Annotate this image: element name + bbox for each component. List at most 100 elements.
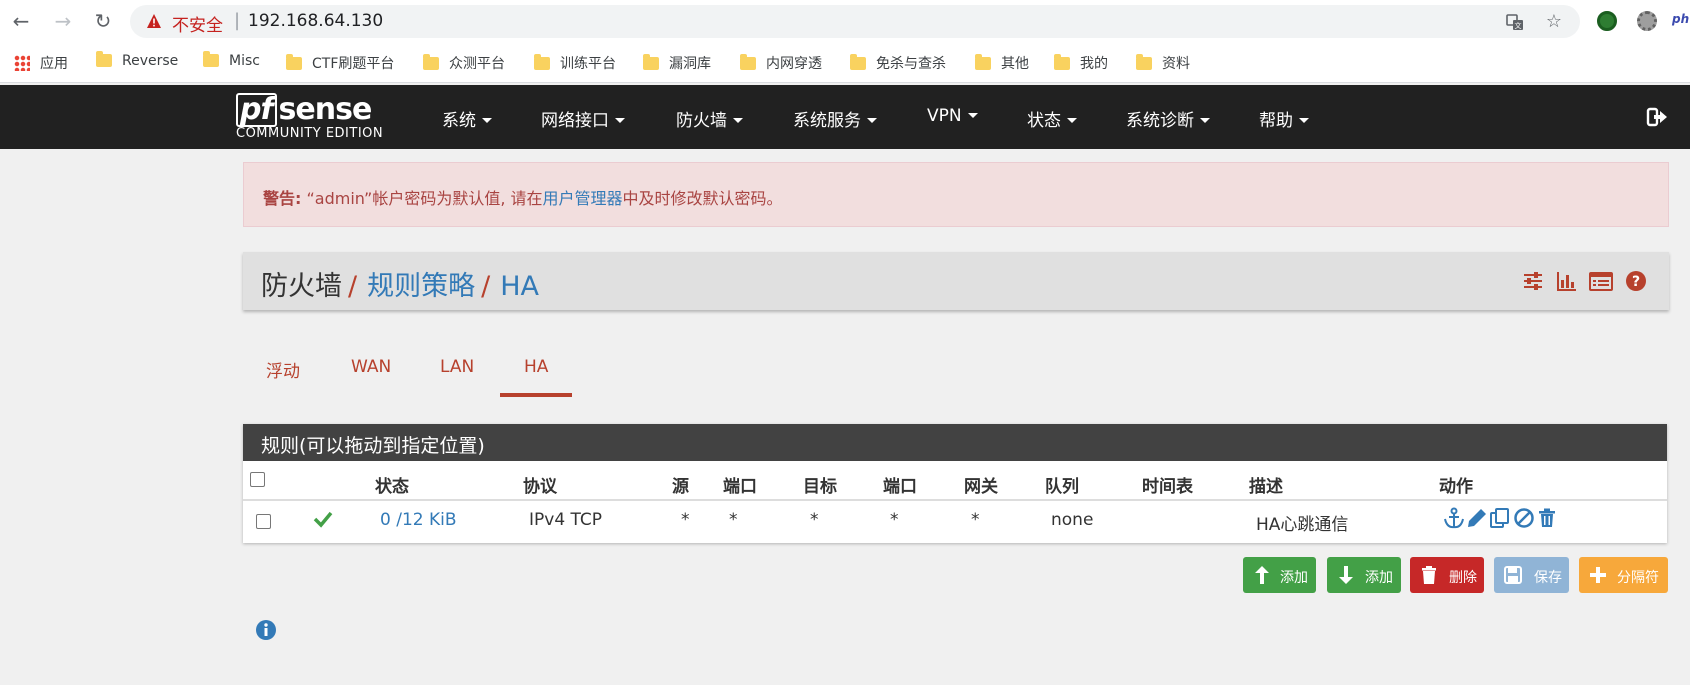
sliders-icon[interactable] — [1522, 270, 1544, 292]
add-rule-top-button[interactable]: 添加 — [1243, 557, 1316, 593]
bookmark-training[interactable]: 训练平台 — [534, 53, 616, 73]
caret-down-icon — [1067, 118, 1077, 123]
logo-subtitle: COMMUNITY EDITION — [236, 126, 384, 141]
delete-button[interactable]: 删除 — [1410, 557, 1484, 593]
bar-chart-icon[interactable] — [1555, 270, 1577, 292]
row-destination-port: * — [890, 510, 899, 530]
arrow-up-icon — [1255, 566, 1269, 584]
add-rule-bottom-button[interactable]: 添加 — [1327, 557, 1401, 593]
back-arrow-icon[interactable]: ← — [10, 10, 32, 32]
col-source-port[interactable]: 端口 — [723, 472, 757, 497]
menu-system[interactable]: 系统 — [442, 106, 492, 131]
folder-icon — [286, 54, 302, 70]
breadcrumb-ha-link[interactable]: HA — [500, 271, 539, 302]
save-disk-icon — [1504, 566, 1522, 584]
row-protocol: IPv4 TCP — [529, 510, 603, 530]
menu-services[interactable]: 系统服务 — [793, 106, 877, 131]
bookmark-intranet[interactable]: 内网穿透 — [740, 53, 822, 73]
url-text[interactable]: 192.168.64.130 — [248, 11, 383, 31]
bookmark-antivirus[interactable]: 免杀与查杀 — [850, 53, 946, 73]
row-states-link[interactable]: 0 /12 KiB — [380, 510, 457, 530]
col-source[interactable]: 源 — [672, 472, 689, 497]
alert-prefix: 警告: — [263, 189, 302, 208]
bookmark-misc[interactable]: Misc — [203, 51, 260, 73]
col-queue[interactable]: 队列 — [1045, 472, 1079, 497]
reload-icon[interactable]: ↻ — [92, 10, 114, 32]
add-separator-button[interactable]: 分隔符 — [1579, 557, 1668, 593]
row-checkbox[interactable] — [256, 514, 271, 529]
col-gateway[interactable]: 网关 — [964, 472, 998, 497]
svg-text:?: ? — [1632, 274, 1640, 290]
row-description: HA心跳通信 — [1256, 515, 1349, 535]
menu-status[interactable]: 状态 — [1027, 106, 1077, 131]
col-destination[interactable]: 目标 — [803, 472, 837, 497]
caret-down-icon — [1299, 118, 1309, 123]
col-destination-port[interactable]: 端口 — [883, 472, 917, 497]
folder-icon — [96, 51, 112, 67]
arrow-down-icon — [1339, 566, 1353, 584]
breadcrumb-separator: / — [348, 271, 358, 302]
list-table-icon[interactable] — [1589, 270, 1613, 292]
folder-icon — [423, 54, 439, 70]
browser-toolbar: ← → ↻ 不安全 | 192.168.64.130 文 ☆ ph — [0, 0, 1690, 43]
bookmarks-bar: 应用 Reverse Misc CTF刷题平台 众测平台 训练平台 漏洞库 内网… — [0, 43, 1690, 83]
bookmark-apps[interactable]: 应用 — [14, 53, 68, 73]
bookmark-reverse[interactable]: Reverse — [96, 51, 178, 73]
address-bar[interactable]: 不安全 | 192.168.64.130 文 ☆ — [130, 5, 1580, 38]
col-description[interactable]: 描述 — [1249, 472, 1283, 497]
menu-interfaces[interactable]: 网络接口 — [541, 106, 625, 131]
col-schedule[interactable]: 时间表 — [1142, 472, 1193, 497]
menu-help[interactable]: 帮助 — [1259, 106, 1309, 131]
copy-icon[interactable] — [1489, 507, 1511, 529]
bookmark-crowdtest[interactable]: 众测平台 — [423, 53, 505, 73]
extension-icon[interactable] — [1597, 11, 1617, 31]
bookmark-vuln-db[interactable]: 漏洞库 — [643, 53, 711, 73]
col-states[interactable]: 状态 — [375, 472, 409, 497]
breadcrumb-rules-link[interactable]: 规则策略 — [367, 271, 475, 302]
info-icon[interactable] — [255, 619, 277, 641]
anchor-icon[interactable] — [1443, 507, 1465, 529]
tab-floating[interactable]: 浮动 — [266, 357, 300, 382]
caret-down-icon — [482, 118, 492, 123]
save-button[interactable]: 保存 — [1494, 557, 1569, 593]
tab-wan[interactable]: WAN — [351, 357, 391, 377]
alert-text-after: 中及时修改默认密码。 — [622, 189, 783, 208]
edit-pencil-icon[interactable] — [1466, 507, 1488, 529]
menu-firewall[interactable]: 防火墙 — [676, 106, 743, 131]
select-all-checkbox[interactable] — [250, 472, 265, 487]
tab-ha[interactable]: HA — [524, 357, 548, 377]
default-password-alert: 警告: “admin”帐户密码为默认值, 请在用户管理器中及时修改默认密码。 — [243, 162, 1669, 227]
bookmark-mine[interactable]: 我的 — [1054, 53, 1108, 73]
rules-panel-heading: 规则(可以拖动到指定位置) — [243, 424, 1667, 461]
user-manager-link[interactable]: 用户管理器 — [543, 189, 623, 208]
disable-ban-icon[interactable] — [1513, 507, 1535, 529]
col-actions: 动作 — [1439, 477, 1473, 497]
bookmark-ctf[interactable]: CTF刷题平台 — [286, 53, 394, 73]
row-queue: none — [1051, 510, 1094, 530]
alert-text-before: “admin”帐户密码为默认值, 请在 — [301, 189, 543, 208]
folder-icon — [975, 54, 991, 70]
menu-vpn[interactable]: VPN — [927, 106, 978, 126]
menu-diagnostics[interactable]: 系统诊断 — [1126, 106, 1210, 131]
help-question-icon[interactable]: ? — [1625, 270, 1647, 292]
col-protocol[interactable]: 协议 — [523, 472, 557, 497]
pfsense-navbar: pf sense COMMUNITY EDITION 系统 网络接口 防火墙 系统… — [0, 85, 1690, 149]
check-enabled-icon — [313, 511, 333, 528]
bookmark-other[interactable]: 其他 — [975, 53, 1029, 73]
breadcrumb: 防火墙 / 规则策略 / HA ? — [243, 252, 1669, 310]
extension-label[interactable]: ph — [1672, 12, 1689, 26]
row-source: * — [681, 510, 690, 530]
rules-title: 规则(可以拖动到指定位置) — [261, 435, 485, 457]
forward-arrow-icon[interactable]: → — [52, 10, 74, 32]
caret-down-icon — [967, 113, 978, 118]
folder-icon — [534, 54, 550, 70]
logout-icon[interactable] — [1646, 107, 1668, 127]
star-icon[interactable]: ☆ — [1544, 12, 1564, 32]
pfsense-logo[interactable]: pf sense COMMUNITY EDITION — [236, 92, 406, 144]
settings-gear-icon[interactable] — [1637, 11, 1657, 31]
row-destination: * — [810, 510, 819, 530]
delete-trash-icon[interactable] — [1536, 507, 1558, 529]
tab-lan[interactable]: LAN — [440, 357, 474, 377]
bookmark-materials[interactable]: 资料 — [1136, 53, 1190, 73]
translate-icon[interactable]: 文 — [1505, 12, 1525, 32]
